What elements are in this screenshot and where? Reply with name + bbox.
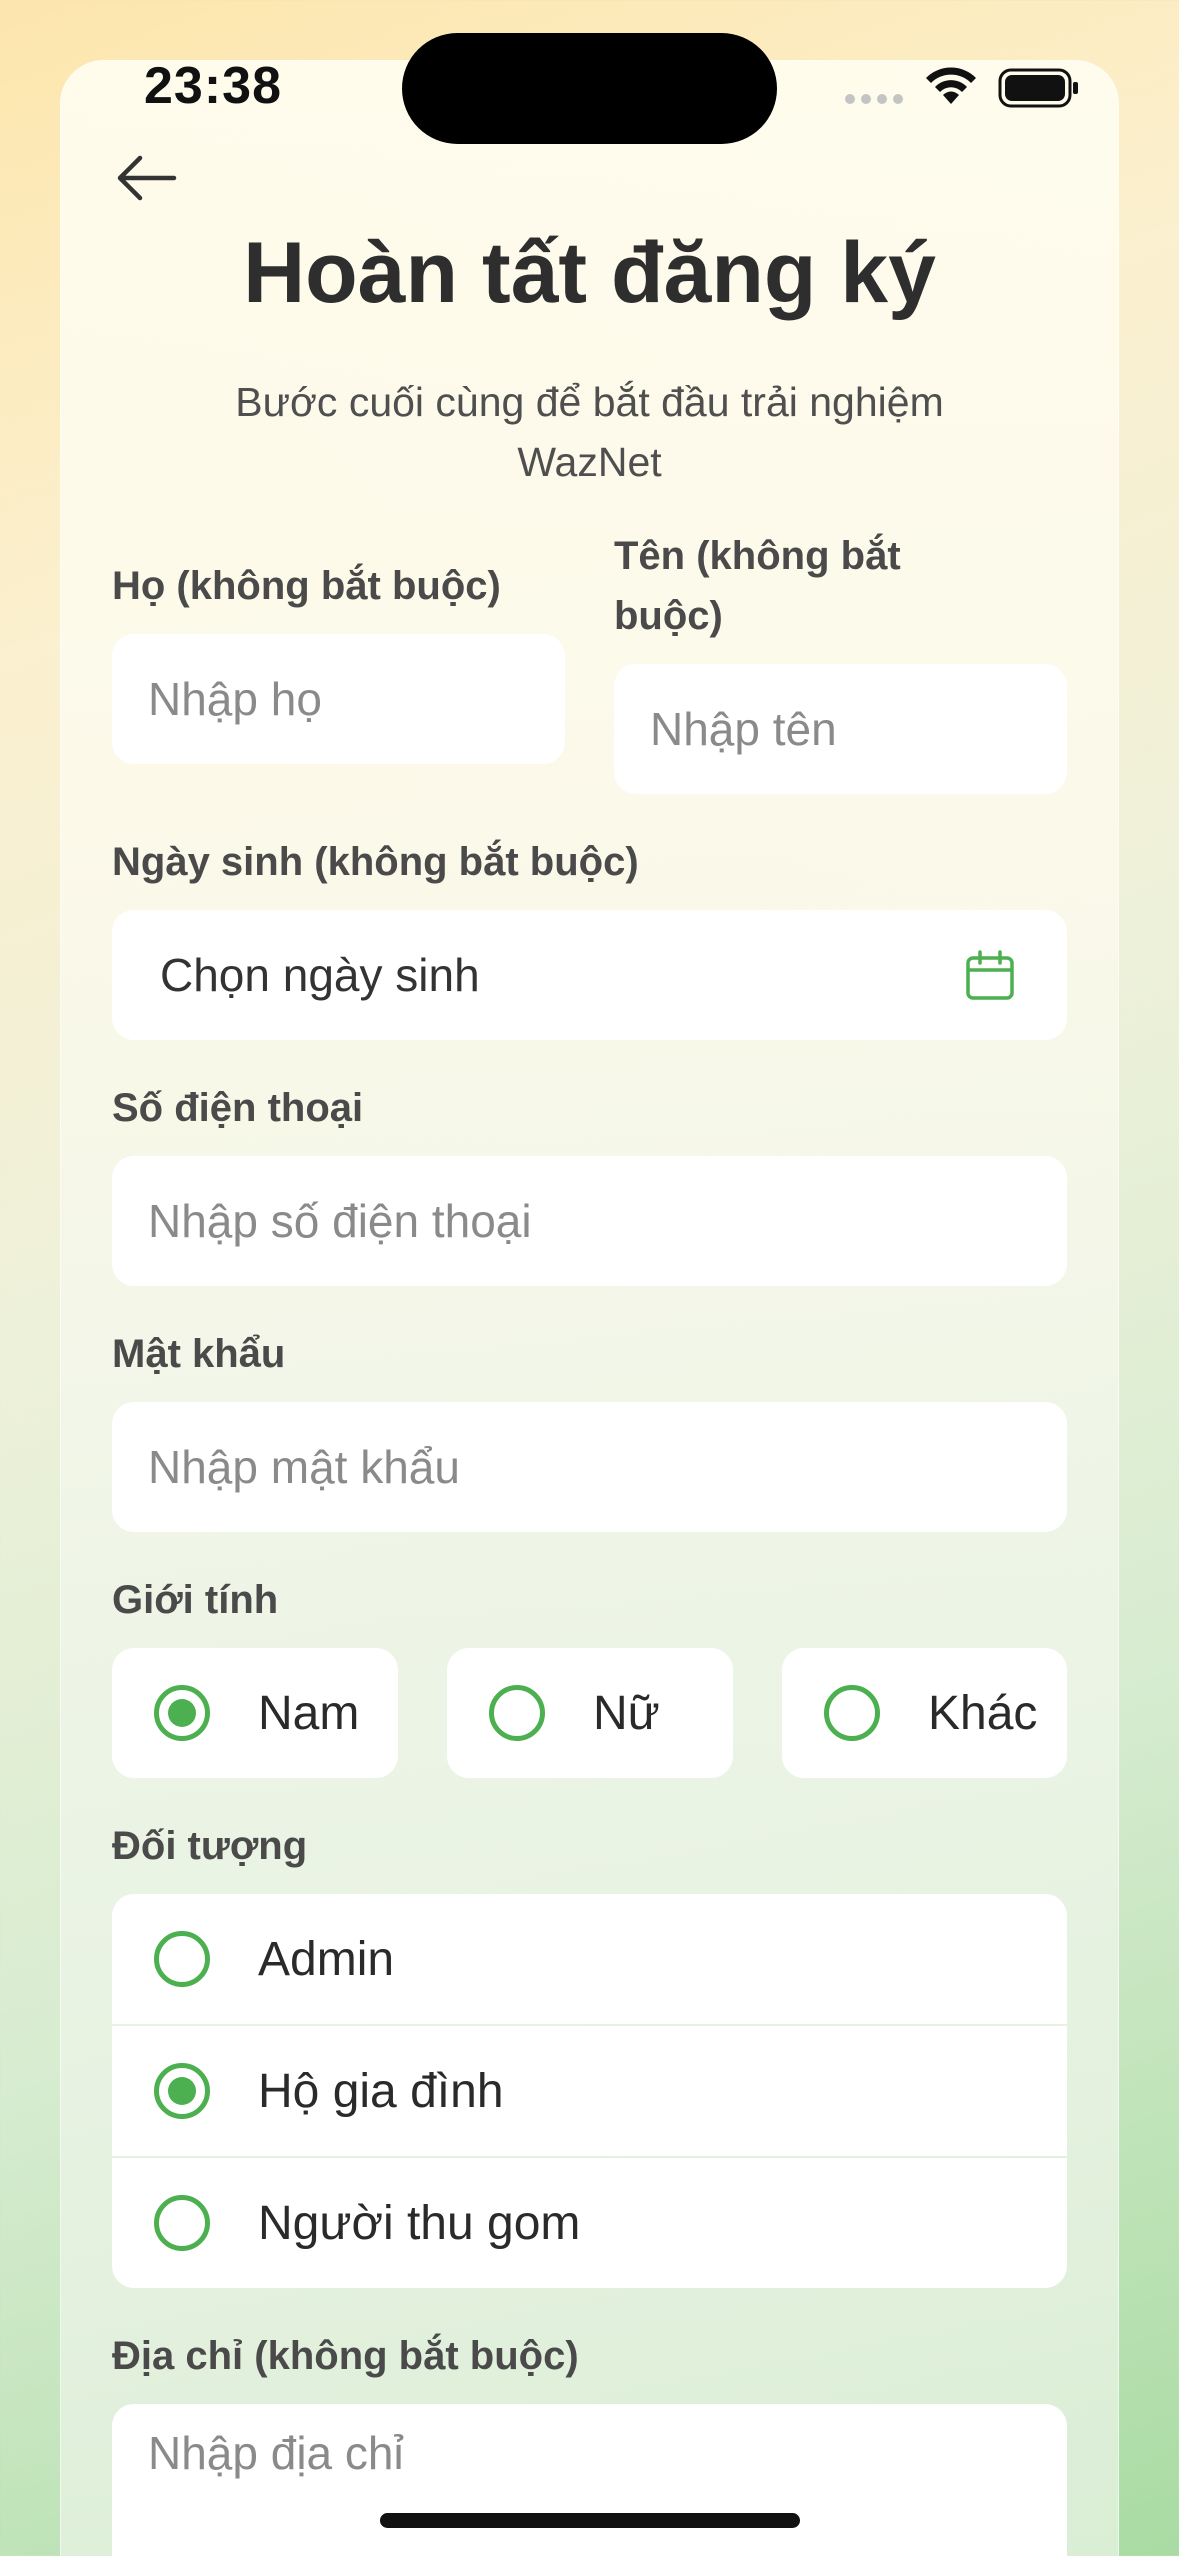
battery-icon xyxy=(998,68,1078,108)
password-label: Mật khẩu xyxy=(112,1332,286,1376)
page-subtitle: Bước cuối cùng để bắt đầu trải nghiệm Wa… xyxy=(235,379,944,485)
address-label: Địa chỉ (không bắt buộc) xyxy=(112,2334,579,2378)
gender-option-label: Nữ xyxy=(593,1686,660,1740)
gender-option-label: Khác xyxy=(928,1686,1038,1740)
radio-unselected-icon xyxy=(824,1685,880,1741)
cellular-signal-icon xyxy=(845,94,903,104)
role-option-label: Admin xyxy=(258,1932,395,1986)
radio-unselected-icon xyxy=(489,1685,545,1741)
role-option-label: Hộ gia đình xyxy=(258,2064,504,2118)
gender-option-nam[interactable]: Nam xyxy=(112,1648,398,1778)
gender-option-label: Nam xyxy=(258,1686,360,1740)
birthday-picker[interactable]: Chọn ngày sinh xyxy=(112,910,1067,1040)
first-name-input[interactable]: Nhập tên xyxy=(614,664,1067,794)
calendar-icon xyxy=(966,950,1014,1000)
role-option-ho-gia-dinh[interactable]: Hộ gia đình xyxy=(112,2026,1067,2156)
first-name-label: Tên (không bắt buộc) xyxy=(614,534,901,638)
gender-option-khac[interactable]: Khác xyxy=(782,1648,1067,1778)
birthday-value: Chọn ngày sinh xyxy=(160,949,480,1001)
last-name-input[interactable]: Nhập họ xyxy=(112,634,565,764)
back-arrow-icon[interactable] xyxy=(112,148,182,208)
radio-unselected-icon xyxy=(154,1931,210,1987)
dynamic-island xyxy=(402,33,777,144)
status-time: 23:38 xyxy=(144,57,282,115)
last-name-label: Họ (không bắt buộc) xyxy=(112,564,501,608)
address-input[interactable]: Nhập địa chỉ xyxy=(112,2404,1067,2556)
phone-input[interactable]: Nhập số điện thoại xyxy=(112,1156,1067,1286)
radio-unselected-icon xyxy=(154,2195,210,2251)
birthday-label: Ngày sinh (không bắt buộc) xyxy=(112,840,639,884)
phone-label: Số điện thoại xyxy=(112,1086,364,1130)
role-option-admin[interactable]: Admin xyxy=(112,1894,1067,2024)
role-option-nguoi-thu-gom[interactable]: Người thu gom xyxy=(112,2158,1067,2288)
radio-selected-icon xyxy=(154,1685,210,1741)
wifi-icon xyxy=(926,67,976,104)
home-indicator xyxy=(380,2513,800,2528)
gender-option-nu[interactable]: Nữ xyxy=(447,1648,733,1778)
page-title: Hoàn tất đăng ký xyxy=(243,225,936,321)
role-label: Đối tượng xyxy=(112,1824,308,1868)
gender-label: Giới tính xyxy=(112,1578,279,1622)
radio-selected-icon xyxy=(154,2063,210,2119)
role-option-label: Người thu gom xyxy=(258,2196,581,2250)
password-input[interactable]: Nhập mật khẩu xyxy=(112,1402,1067,1532)
